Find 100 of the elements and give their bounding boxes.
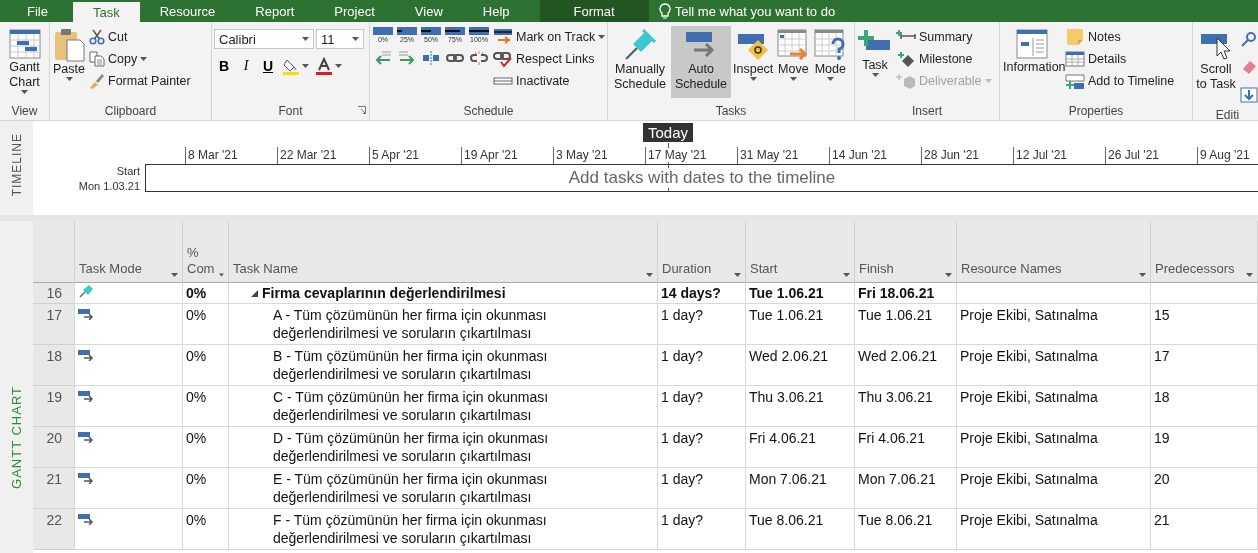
ribbon-button[interactable]: Gantt Chart [2, 26, 47, 98]
dialog-launcher-icon[interactable] [358, 106, 366, 114]
ribbon-button[interactable]: Copy [87, 48, 150, 70]
font-combo[interactable]: 11 [316, 29, 364, 49]
column-header[interactable]: Duration [658, 221, 746, 283]
table-cell: Mon 7.06.21 [746, 468, 855, 509]
ribbon-button[interactable]: Manually Schedule [610, 26, 670, 98]
table-cell: 14 days? [658, 283, 746, 304]
ribbon-button[interactable]: Paste [52, 26, 86, 98]
timescale-date: 14 Jun '21 [832, 148, 887, 162]
collapse-icon[interactable] [251, 290, 259, 298]
collapse-triangle-icon [251, 290, 259, 298]
timeline-label: TIMELINE [9, 133, 24, 197]
column-header[interactable]: Task Mode [75, 221, 183, 283]
table-cell: Tue 1.06.21 [746, 304, 855, 345]
format-button[interactable]: B [214, 53, 234, 79]
ribbon-button[interactable]: Mark on Track [491, 26, 607, 48]
ribbon-button[interactable]: Format Painter [87, 70, 193, 92]
ribbon-button[interactable]: Milestone [894, 48, 975, 70]
view-label: GANTT CHART [9, 386, 24, 489]
table-cell: Proje Ekibi, Satınalma [957, 427, 1151, 468]
group-label: Insert [912, 104, 942, 118]
ribbon-tab[interactable]: Format [539, 0, 649, 22]
timescale-date: 8 Mar '21 [188, 148, 238, 162]
timescale-date: 31 May '21 [740, 148, 799, 162]
column-header[interactable]: Resource Names [957, 221, 1151, 283]
table-cell: 1 day? [658, 304, 746, 345]
task-name: Firma cevaplarının değerlendirilmesi [262, 284, 506, 302]
ribbon-tab[interactable]: View [394, 0, 463, 22]
column-header[interactable]: % Com [183, 221, 229, 283]
ribbon-button[interactable]: Auto Schedule [671, 26, 731, 98]
ribbon-tab[interactable]: Task [72, 2, 140, 22]
start-date: Mon 1.03.21 [78, 179, 140, 194]
column-header[interactable]: Start [746, 221, 855, 283]
ribbon-button[interactable]: Move [775, 26, 812, 98]
manual-pin-icon [78, 284, 94, 298]
group-label: Properties [1068, 104, 1124, 118]
format-button[interactable]: U [258, 53, 278, 79]
task-name: B - Tüm çözümünün her firma için okunması değerlendirilmesi ve soruların çıkartılması [273, 347, 549, 383]
table-cell: Wed 2.06.21 [746, 345, 855, 386]
timeline-bar[interactable]: Add tasks with dates to the timeline [145, 164, 1258, 192]
table-cell: 0% [183, 283, 229, 304]
font-combo[interactable]: Calibri [214, 29, 314, 49]
details-icon [1065, 50, 1085, 68]
row-number: 18 [33, 345, 75, 386]
ribbon-button[interactable]: Mode [812, 26, 849, 98]
ribbon-tab[interactable]: Resource [139, 0, 236, 22]
add-to-timeline-icon [1065, 72, 1085, 90]
column-header[interactable]: Task Name [229, 221, 658, 283]
ribbon-button[interactable]: Summary [894, 26, 975, 48]
table-cell: Proje Ekibi, Satınalma [957, 304, 1151, 345]
tell-me-field[interactable]: Tell me what you want to do [674, 3, 836, 19]
caret-icon [219, 273, 224, 277]
ribbon-button[interactable]: Scroll to Task [1195, 26, 1237, 98]
ribbon-button[interactable]: Task [857, 26, 893, 98]
task-bar-arrow-icon [78, 390, 94, 402]
ribbon-tab[interactable]: File [0, 0, 73, 22]
table-cell: Tue 1.06.21 [746, 283, 855, 304]
ribbon-button[interactable]: Inactivate [491, 70, 572, 92]
timescale-date: 5 Apr '21 [372, 148, 419, 162]
ribbon-button[interactable]: Add to Timeline [1063, 70, 1177, 92]
indent-icon [398, 50, 416, 66]
format-button[interactable]: I [236, 53, 256, 79]
table-cell: 0% [183, 468, 229, 509]
scissors-icon [89, 29, 105, 45]
copy-icon [89, 51, 105, 67]
table-cell: Tue 1.06.21 [855, 304, 957, 345]
column-header[interactable]: Predecessors [1151, 221, 1258, 283]
group-label: Schedule [463, 104, 514, 118]
caret-icon [945, 273, 952, 277]
timescale-date: 17 May '21 [648, 148, 707, 162]
row-number: 22 [33, 509, 75, 550]
ribbon-button[interactable]: Cut [87, 26, 130, 48]
percent-complete-icon [469, 26, 489, 36]
table-cell: Tue 8.06.21 [746, 509, 855, 550]
table-cell: Thu 3.06.21 [855, 386, 957, 427]
ribbon-tab[interactable]: Project [314, 0, 395, 22]
task-bar-arrow-icon [78, 308, 94, 320]
table-cell: 15 [1151, 304, 1258, 345]
group-label: Font [278, 104, 303, 118]
lightbulb-icon [658, 3, 671, 19]
ribbon-tab[interactable]: Report [235, 0, 315, 22]
note-icon [1065, 28, 1085, 46]
table-cell: Proje Ekibi, Satınalma [957, 509, 1151, 550]
today-marker: Today [643, 123, 694, 142]
ribbon-button[interactable]: Respect Links [491, 48, 597, 70]
table-cell: Wed 2.06.21 [855, 345, 957, 386]
gantt-chart-icon [8, 28, 41, 60]
caret-icon [1246, 273, 1253, 277]
ribbon-button[interactable]: Notes [1063, 26, 1123, 48]
table-cell: Proje Ekibi, Satınalma [957, 386, 1151, 427]
column-header[interactable]: Finish [855, 221, 957, 283]
ribbon-tab[interactable]: Help [462, 0, 530, 22]
search-icon [1240, 31, 1258, 47]
highlighter-icon [282, 57, 300, 75]
timeline-placeholder: Add tasks with dates to the timeline [568, 168, 836, 188]
caret-icon [1139, 273, 1146, 277]
percent-complete-icon [397, 26, 417, 36]
ribbon-button[interactable]: Inspect [732, 26, 775, 98]
percent-complete-icon [421, 26, 441, 36]
